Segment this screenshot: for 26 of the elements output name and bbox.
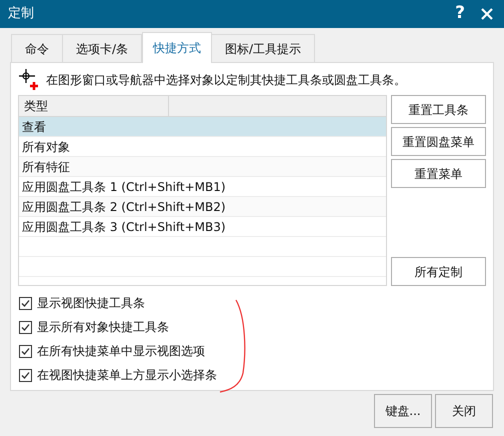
window-title: 定制: [8, 5, 35, 24]
footer-button[interactable]: 键盘...: [374, 394, 432, 428]
side-button[interactable]: 重置圆盘菜单: [391, 127, 486, 156]
checkbox-label: 在视图快捷菜单上方显示小选择条: [37, 367, 217, 384]
column-header: 类型: [19, 96, 169, 116]
tab[interactable]: 快捷方式: [142, 32, 212, 63]
checkbox[interactable]: [19, 296, 32, 310]
checkbox[interactable]: [19, 320, 32, 334]
list-row[interactable]: 所有特征: [19, 157, 386, 177]
side-button[interactable]: 重置菜单: [391, 159, 486, 188]
close-icon[interactable]: [480, 7, 494, 21]
checkbox-label: 在所有快捷菜单中显示视图选项: [37, 343, 205, 360]
list-row[interactable]: 应用圆盘工具条 2 (Ctrl+Shift+MB2): [19, 197, 386, 217]
tab[interactable]: 图标/工具提示: [211, 34, 316, 62]
checkbox-label: 显示视图快捷工具条: [37, 295, 145, 312]
side-button[interactable]: 重置工具条: [391, 95, 486, 124]
footer-button[interactable]: 关闭: [435, 394, 493, 428]
list-row[interactable]: 查看: [19, 117, 386, 137]
help-button[interactable]: ?: [450, 1, 470, 27]
tab[interactable]: 命令: [11, 34, 63, 62]
all-customizations-button[interactable]: 所有定制: [391, 257, 486, 286]
instruction-text: 在图形窗口或导航器中选择对象以定制其快捷工具条或圆盘工具条。: [46, 72, 406, 89]
checkbox[interactable]: [19, 368, 32, 382]
checkbox-label: 显示所有对象快捷工具条: [37, 319, 169, 336]
tab[interactable]: 选项卡/条: [62, 34, 142, 62]
checkbox[interactable]: [19, 344, 32, 358]
